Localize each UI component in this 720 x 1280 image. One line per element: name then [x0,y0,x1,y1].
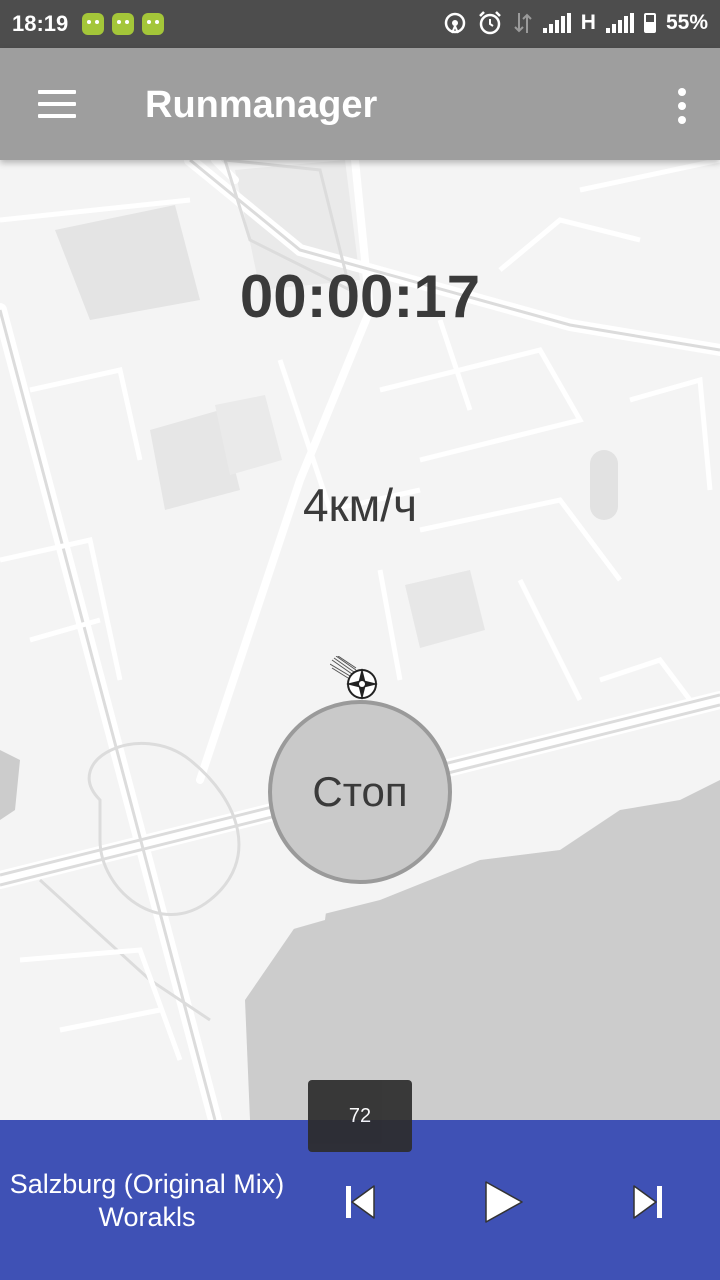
notification-icons [82,13,164,35]
app-bar: Runmanager [0,48,720,160]
elapsed-time: 00:00:17 [239,263,481,330]
battery-icon [643,13,656,33]
more-vert-icon[interactable] [670,82,694,130]
volume-level-toast: 72 [308,1080,412,1152]
status-bar: 18:19 H 55% [0,0,720,48]
track-artist: Worakls [98,1202,196,1232]
hamburger-menu-icon[interactable] [30,82,82,126]
current-speed: 4км/ч [302,479,418,531]
android-icon [142,13,164,35]
signal-icon [542,13,571,33]
track-title: Salzburg (Original Mix) [9,1169,285,1199]
skip-previous-icon[interactable] [332,1174,388,1230]
track-info[interactable]: Salzburg (Original Mix) Worakls [0,1168,294,1234]
stop-button[interactable]: Стоп [268,700,452,884]
data-transfer-icon [514,13,532,33]
status-indicators: H 55% [443,10,708,36]
alarm-icon [478,11,501,35]
hotspot-icon [444,12,466,34]
android-icon [82,13,104,35]
location-marker-icon [330,656,378,700]
android-icon [112,13,134,35]
status-time: 18:19 [12,11,69,36]
skip-next-icon[interactable] [620,1174,676,1230]
play-icon[interactable] [474,1174,530,1230]
battery-percent: 55% [665,11,708,34]
signal-icon [605,13,634,33]
network-type: H [580,11,596,34]
app-title: Runmanager [145,84,378,126]
